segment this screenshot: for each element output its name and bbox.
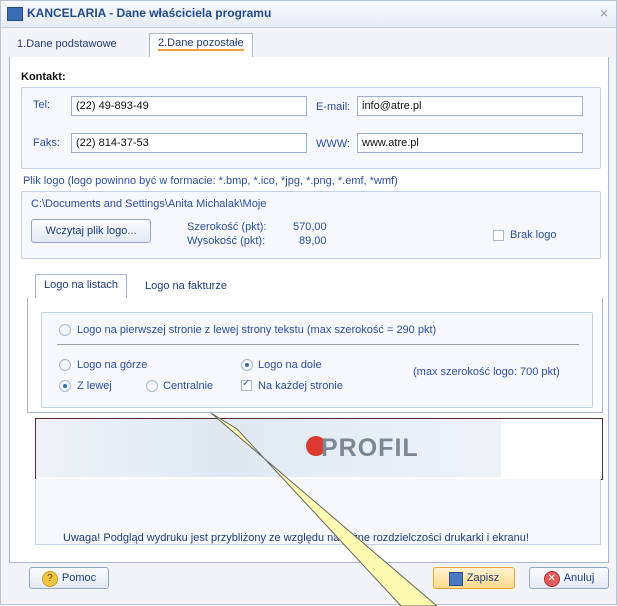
dialog-window: KANCELARIA - Dane właściciela programu ×… (0, 0, 617, 606)
annotation-arrow (210, 412, 438, 606)
